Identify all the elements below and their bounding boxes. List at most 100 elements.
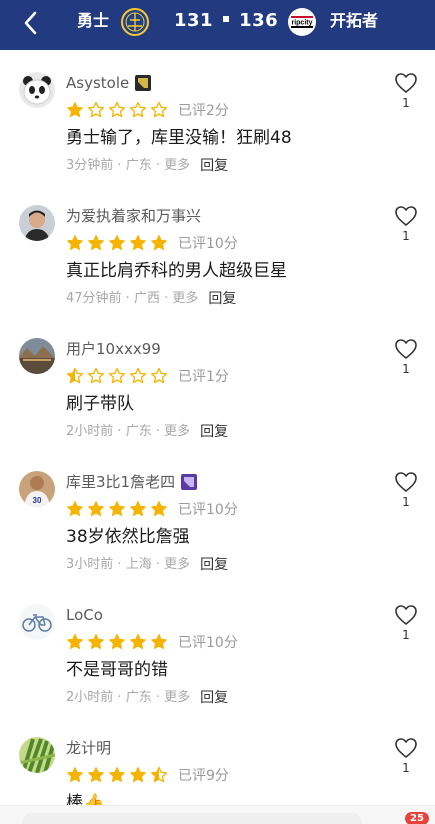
star-icon: [108, 633, 126, 651]
rating-row: 已评1分: [66, 366, 229, 386]
back-icon[interactable]: [20, 10, 42, 36]
username-row: Asystole: [66, 72, 152, 94]
star-rating: [66, 633, 168, 651]
star-icon: [150, 234, 168, 252]
like-button[interactable]: 1: [394, 737, 418, 775]
star-icon: [87, 101, 105, 119]
star-icon: [150, 633, 168, 651]
comment-meta: 2小时前 · 广东 · 更多 回复: [66, 688, 228, 708]
comment-input[interactable]: [22, 813, 362, 824]
username[interactable]: 龙计明: [66, 737, 111, 759]
comment-location: 广东: [125, 158, 152, 173]
scoreboard: 131 136: [174, 10, 278, 32]
comment-location: 广东: [125, 424, 152, 439]
star-icon: [66, 766, 84, 784]
heart-icon[interactable]: [394, 737, 418, 759]
rating-text: 已评2分: [178, 103, 229, 119]
reply-button[interactable]: 回复: [200, 688, 228, 708]
comment-meta: 2小时前 · 广东 · 更多 回复: [66, 422, 228, 442]
bottom-bar: 25: [0, 805, 435, 824]
star-rating: [66, 500, 168, 518]
rating-text: 已评9分: [178, 768, 229, 784]
meta-separator: ·: [113, 424, 126, 439]
username-row: 库里3比1詹老四: [66, 471, 198, 493]
rating-row: 已评2分: [66, 100, 229, 120]
like-button[interactable]: 1: [394, 338, 418, 376]
star-icon: [66, 633, 84, 651]
star-icon: [108, 500, 126, 518]
username[interactable]: 库里3比1詹老四: [66, 471, 175, 493]
more-link[interactable]: 更多: [164, 422, 190, 442]
username[interactable]: Asystole: [66, 72, 129, 94]
like-count: 1: [402, 362, 410, 376]
leaves-avatar-icon[interactable]: [19, 737, 55, 773]
more-link[interactable]: 更多: [164, 555, 190, 575]
like-count: 1: [402, 229, 410, 243]
panda-avatar-icon[interactable]: [19, 72, 55, 108]
landscape-avatar-icon[interactable]: [19, 338, 55, 374]
comment-time: 3小时前: [66, 557, 114, 572]
star-icon: [66, 234, 84, 252]
star-icon: [87, 367, 105, 385]
person-avatar-icon[interactable]: [19, 205, 55, 241]
like-count: 1: [402, 96, 410, 110]
like-button[interactable]: 1: [394, 471, 418, 509]
star-icon: [108, 367, 126, 385]
reply-button[interactable]: 回复: [200, 422, 228, 442]
heart-icon[interactable]: [394, 604, 418, 626]
heart-icon[interactable]: [394, 338, 418, 360]
meta-separator: ·: [151, 690, 165, 705]
rating-text: 已评10分: [178, 635, 238, 651]
meta-separator: ·: [121, 291, 134, 306]
rating-row: 已评10分: [66, 632, 238, 652]
username-row: 用户10xxx99: [66, 338, 161, 360]
heart-icon[interactable]: [394, 471, 418, 493]
username-row: LoCo: [66, 604, 103, 626]
team-badge-icon: [134, 74, 152, 92]
meta-separator: ·: [151, 424, 165, 439]
more-link[interactable]: 更多: [164, 688, 190, 708]
star-icon: [129, 367, 147, 385]
comment-item: 用户10xxx99 已评1分刷子带队 2小时前 · 广东 · 更多 回复 1: [0, 328, 435, 461]
game-header: 勇士 131 136 ripcity 开拓者: [0, 0, 435, 50]
like-button[interactable]: 1: [394, 72, 418, 110]
home-team-name: 勇士: [77, 11, 110, 30]
star-rating: [66, 766, 168, 784]
comment-count-badge[interactable]: 25: [405, 812, 429, 824]
username[interactable]: 用户10xxx99: [66, 338, 161, 360]
rating-row: 已评9分: [66, 765, 229, 785]
ripcity-logo-icon: ripcity: [287, 7, 317, 37]
star-icon: [108, 766, 126, 784]
comment-location: 广西: [133, 291, 160, 306]
star-icon: [66, 500, 84, 518]
warriors-logo-icon: [121, 8, 149, 36]
heart-icon[interactable]: [394, 72, 418, 94]
meta-separator: ·: [151, 158, 165, 173]
comment-text: 刷子带队: [66, 394, 134, 414]
reply-button[interactable]: 回复: [200, 555, 228, 575]
home-score: 131: [174, 10, 214, 31]
reply-button[interactable]: 回复: [200, 156, 228, 176]
more-link[interactable]: 更多: [172, 289, 198, 309]
comment-item: 为爱执着家和万事兴 已评10分 真正比肩乔科的男人超级巨星 47分钟前 · 广西 · …: [0, 195, 435, 328]
score-separator: [223, 16, 230, 22]
comment-text: 38岁依然比詹强: [66, 527, 190, 547]
username[interactable]: 为爱执着家和万事兴: [66, 205, 201, 227]
star-icon: [150, 101, 168, 119]
like-button[interactable]: 1: [394, 205, 418, 243]
away-score: 136: [239, 10, 279, 31]
bicycle-avatar-icon[interactable]: [19, 604, 55, 640]
player-avatar-icon[interactable]: 30: [19, 471, 55, 507]
comment-time: 2小时前: [66, 690, 114, 705]
star-rating: [66, 101, 168, 119]
comment-text: 勇士输了，库里没输！狂刷48: [66, 128, 292, 148]
meta-separator: ·: [151, 557, 165, 572]
star-icon: [87, 500, 105, 518]
username[interactable]: LoCo: [66, 604, 103, 626]
star-icon: [129, 633, 147, 651]
more-link[interactable]: 更多: [164, 156, 190, 176]
reply-button[interactable]: 回复: [208, 289, 236, 309]
heart-icon[interactable]: [394, 205, 418, 227]
like-count: 1: [402, 495, 410, 509]
like-button[interactable]: 1: [394, 604, 418, 642]
